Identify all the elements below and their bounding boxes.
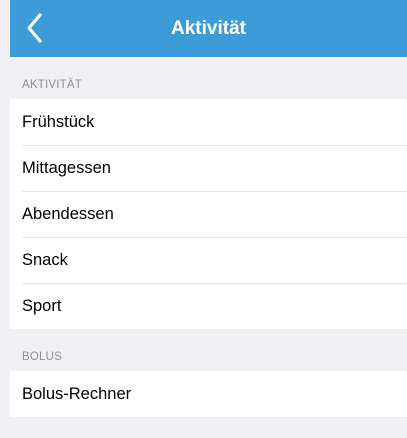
list-item-fruehstueck[interactable]: Frühstück: [10, 99, 407, 145]
page-title: Aktivität: [171, 18, 246, 39]
list-item-sport[interactable]: Sport: [10, 283, 407, 329]
section-list-aktivitaet: Frühstück Mittagessen Abendessen Snack S…: [10, 99, 407, 329]
list-item-abendessen[interactable]: Abendessen: [10, 191, 407, 237]
section-header-bolus: BOLUS: [22, 351, 62, 363]
settings-list: AKTIVITÄT Frühstück Mittagessen Abendess…: [10, 57, 407, 438]
navigation-bar: Aktivität: [10, 0, 407, 57]
section-list-bolus: Bolus-Rechner: [10, 371, 407, 417]
section-header-aktivitaet: AKTIVITÄT: [22, 79, 82, 91]
list-item-snack[interactable]: Snack: [10, 237, 407, 283]
list-item-mittagessen[interactable]: Mittagessen: [10, 145, 407, 191]
list-item-bolus-rechner[interactable]: Bolus-Rechner: [10, 371, 407, 417]
